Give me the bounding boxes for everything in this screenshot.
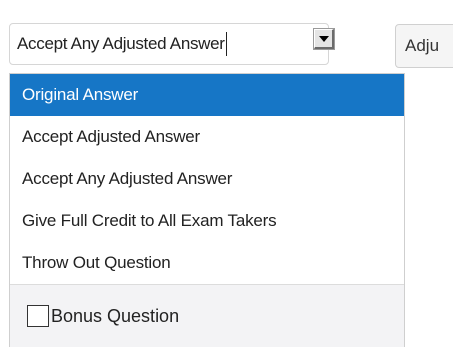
bonus-question-section: Bonus Question [10,284,404,347]
adjust-tab-label: Adju [405,36,440,55]
adjustment-select-value: Accept Any Adjusted Answer [17,34,225,53]
option-accept-adjusted-answer[interactable]: Accept Adjusted Answer [10,116,404,158]
adjust-tab-button[interactable]: Adju [395,24,453,68]
chevron-down-icon[interactable] [313,28,335,50]
option-accept-any-adjusted-answer[interactable]: Accept Any Adjusted Answer [10,158,404,200]
dropdown-arrow-glyph [319,36,329,42]
exam-adjustment-panel: Accept Any Adjusted Answer Adju Original… [0,0,453,347]
adjustment-dropdown-list: Original Answer Accept Adjusted Answer A… [9,73,405,347]
bonus-question-label[interactable]: Bonus Question [51,306,179,327]
bonus-question-row[interactable]: Bonus Question [27,305,179,327]
option-original-answer[interactable]: Original Answer [10,74,404,116]
text-cursor [225,32,227,56]
bonus-question-checkbox[interactable] [27,305,49,327]
option-give-full-credit[interactable]: Give Full Credit to All Exam Takers [10,200,404,242]
option-throw-out-question[interactable]: Throw Out Question [10,242,404,284]
adjustment-select[interactable]: Accept Any Adjusted Answer [9,23,335,65]
